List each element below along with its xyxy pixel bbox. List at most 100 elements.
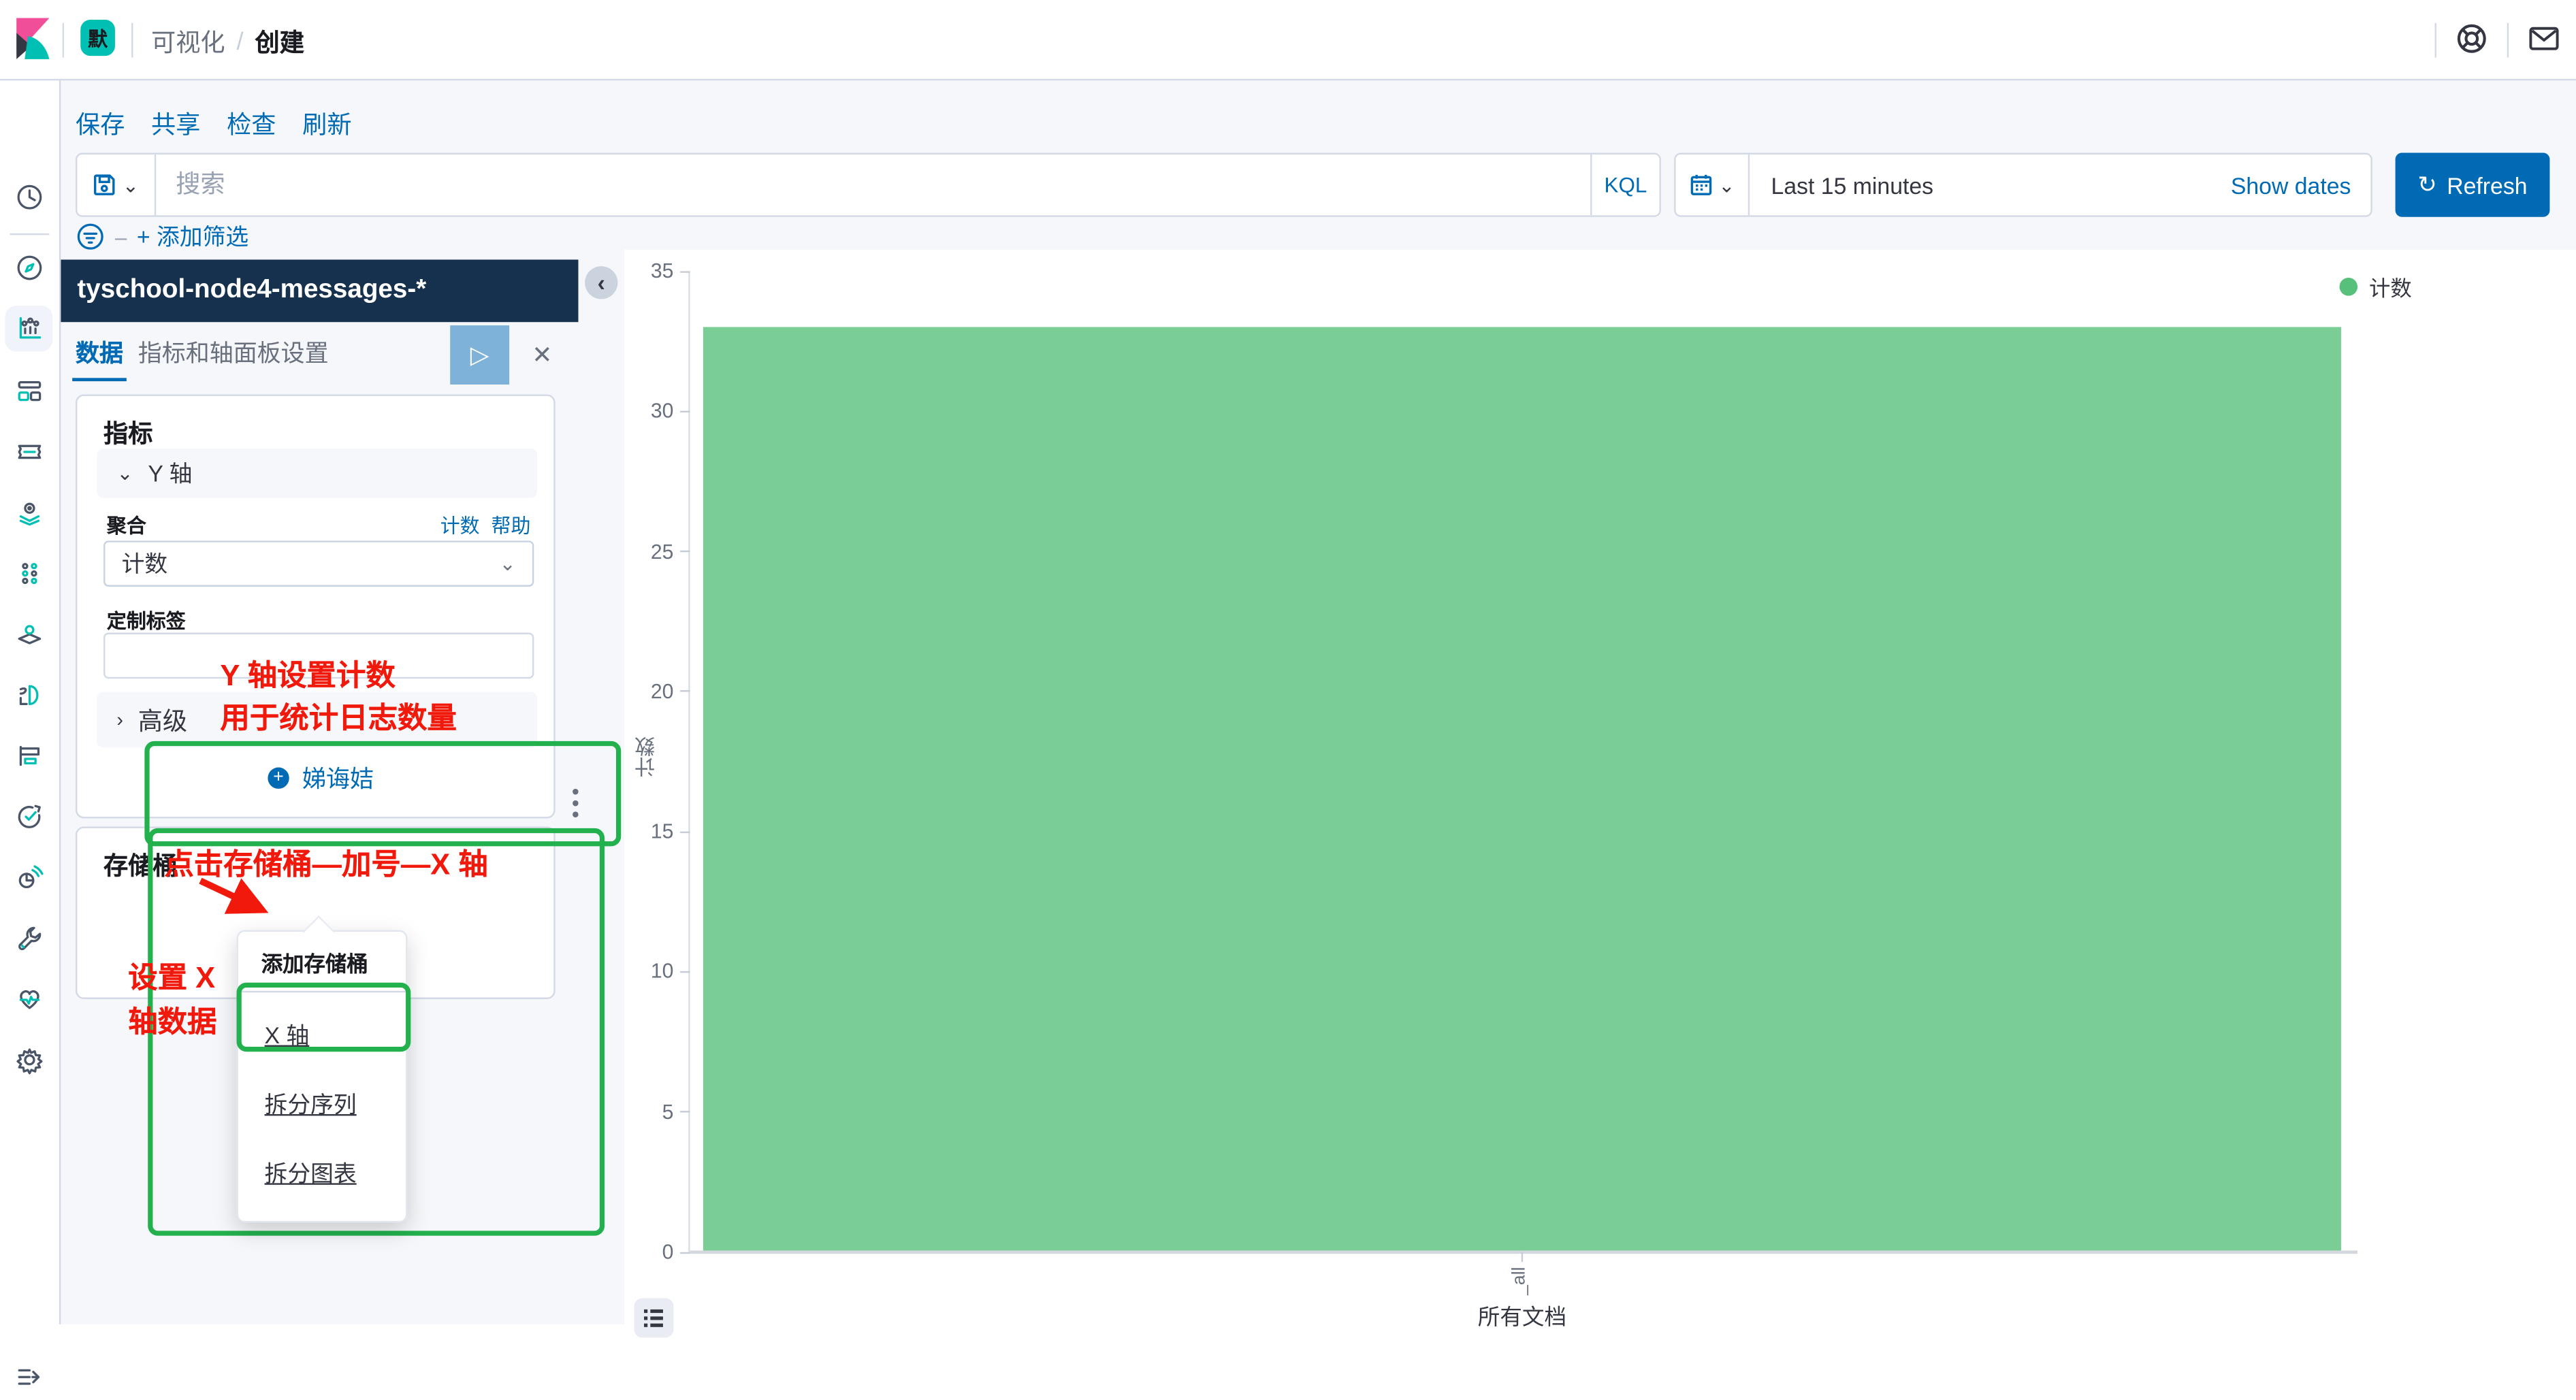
y-tick-mark [680,410,690,412]
nav-visualize-icon[interactable] [5,306,52,352]
y-tick-label: 15 [624,820,673,843]
nav-discover-icon[interactable] [5,245,52,291]
vis-editor-sidebar: tyschool-node4-messages-* 数据 指标和轴 面板设置 ▷… [59,250,624,1324]
plus-icon: + [268,768,289,789]
header-divider [2435,23,2436,58]
breadcrumb-section[interactable]: 可视化 [151,25,225,59]
nav-dashboard-icon[interactable] [5,368,52,414]
y-tick-label: 20 [624,680,673,703]
tab-metrics-axes[interactable]: 指标和轴 [138,336,234,370]
tab-panel-settings[interactable]: 面板设置 [234,336,329,370]
editor-tabs: 数据 指标和轴 面板设置 ▷ ✕ [59,322,579,385]
breadcrumb-separator: / [237,28,244,56]
play-icon: ▷ [470,340,489,370]
custom-label-label: 定制标签 [107,606,186,634]
breadcrumb: 可视化 / 创建 [151,25,304,59]
menu-item-x-axis[interactable]: X 轴 [238,1000,406,1069]
calendar-button[interactable]: ⌄ [1676,154,1750,215]
time-range-picker: ⌄ Last 15 minutes Show dates [1674,153,2372,217]
advanced-accordion[interactable]: › 高级 [97,691,537,747]
y-tick-mark [680,1252,690,1253]
chevron-left-icon: ‹ [598,271,605,294]
y-tick-label: 25 [624,540,673,563]
help-link[interactable]: 帮助 [492,511,531,539]
y-tick-label: 30 [624,400,673,423]
visualize-actions: 保存 共享 检查 刷新 [76,107,352,142]
nav-siem-icon[interactable] [5,854,52,900]
search-input[interactable] [156,154,1590,215]
close-icon: ✕ [532,342,552,370]
y-axis-title: 计数 [631,736,662,777]
nav-collapse-icon[interactable] [5,1354,52,1400]
y-axis-accordion[interactable]: ⌄ Y 轴 [97,449,537,498]
y-tick-label: 5 [624,1101,673,1124]
panel-resize-handle[interactable]: ••• [572,785,581,820]
popover-items: X 轴 拆分序列 拆分图表 [238,992,406,1221]
refresh-button[interactable]: ↻ Refresh [2396,153,2550,217]
y-tick-label: 35 [624,259,673,282]
metrics-title: 指标 [103,416,152,451]
filter-icon[interactable] [76,222,105,251]
space-badge[interactable]: 默 [80,20,115,56]
nav-management-icon[interactable] [5,1037,52,1083]
add-metric-link[interactable]: + 娣诲姞 [268,761,374,796]
kibana-logo[interactable] [15,18,51,61]
top-header-bar: 默 可视化 / 创建 [0,0,2576,80]
header-divider [131,23,133,58]
chevron-down-icon: ⌄ [123,174,139,197]
chart-panel: 计数 计数 _all 所有文档 05101520253035 [624,250,2576,1324]
nav-metrics-icon[interactable] [5,611,52,657]
legend-toggle-button[interactable] [634,1298,674,1337]
advanced-label: 高级 [138,702,187,737]
kql-button[interactable]: KQL [1590,154,1659,215]
nav-apm-icon[interactable] [5,733,52,779]
bar-count [703,327,2341,1252]
active-tab-underline [72,378,127,381]
nav-ml-icon[interactable] [5,551,52,597]
y-tick-mark [680,1111,690,1113]
y-tick-mark [680,551,690,552]
search-group: ⌄ KQL [76,153,1661,217]
saved-query-button[interactable]: ⌄ [77,154,156,215]
nav-logs-icon[interactable] [5,672,52,718]
aggregation-select[interactable]: 计数 ⌄ [103,540,534,587]
y-tick-mark [680,971,690,973]
aggregation-links: 计数 帮助 [440,511,531,539]
show-dates-link[interactable]: Show dates [2231,172,2371,198]
menu-item-split-chart[interactable]: 拆分图表 [238,1139,406,1207]
nav-devtools-icon[interactable] [5,915,52,962]
nav-monitoring-icon[interactable] [5,976,52,1022]
y-axis-accordion-label: Y 轴 [148,457,192,489]
nav-canvas-icon[interactable] [5,429,52,475]
chevron-down-icon: ⌄ [116,461,133,485]
time-range-value[interactable]: Last 15 minutes [1750,172,2231,198]
refresh-link[interactable]: 刷新 [302,107,351,142]
discard-changes-button[interactable]: ✕ [526,338,558,371]
share-link[interactable]: 共享 [151,107,200,142]
apply-changes-button[interactable]: ▷ [450,325,509,385]
x-axis-baseline [690,1250,2357,1254]
breadcrumb-page: 创建 [255,25,304,59]
menu-item-split-series[interactable]: 拆分序列 [238,1070,406,1139]
y-tick-mark [680,691,690,692]
query-toolbar-area: 保存 共享 检查 刷新 ⌄ KQL [59,79,2576,250]
y-tick-label: 0 [624,1241,673,1264]
mail-icon[interactable] [2527,21,2562,56]
help-icon[interactable] [2454,21,2489,56]
chevron-down-icon: ⌄ [1718,174,1735,197]
nav-maps-icon[interactable] [5,489,52,536]
nav-uptime-icon[interactable] [5,794,52,840]
y-tick-mark [680,270,690,272]
count-doc-link[interactable]: 计数 [440,511,480,539]
y-tick-mark [680,831,690,832]
inspect-link[interactable]: 检查 [227,107,276,142]
nav-divider [10,233,49,235]
tab-data[interactable]: 数据 [76,336,123,370]
add-filter-link[interactable]: + 添加筛选 [137,221,248,253]
collapse-sidebar-button[interactable]: ‹ [585,266,617,299]
custom-label-input[interactable] [103,633,534,679]
save-link[interactable]: 保存 [76,107,125,142]
nav-recent-icon[interactable] [5,174,52,221]
y-tick-label: 10 [624,960,673,983]
buckets-title: 存储桶 [103,848,178,883]
